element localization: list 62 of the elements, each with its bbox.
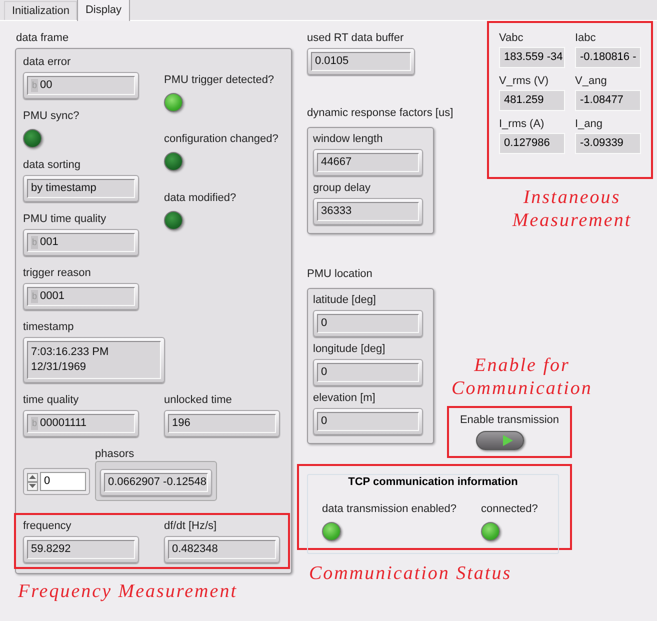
value-field: 7:03:16.233 PM 12/31/1969 [23, 337, 165, 383]
field-label: longitude [deg] [313, 342, 386, 356]
field-label: time quality [23, 393, 79, 407]
field-label: I_rms (A) [499, 117, 544, 131]
value-field: 0 [313, 310, 423, 337]
field-label: Vabc [499, 31, 524, 45]
field-label: V_ang [575, 74, 607, 88]
value-field: 0 [313, 359, 423, 386]
tab[interactable]: Display [77, 0, 130, 21]
field-label: trigger reason [23, 266, 91, 280]
field-label: elevation [m] [313, 391, 376, 405]
annotation-text: Communication Status [309, 562, 513, 585]
annotation-text: Instaneous Measurement [511, 186, 633, 232]
field-label: Enable transmission [460, 413, 560, 427]
field-label: timestamp [23, 320, 74, 334]
value-field: -3.09339 [575, 133, 641, 154]
field-label: data modified? [164, 191, 236, 205]
value-field: 36333 [313, 198, 423, 225]
field-label: latitude [deg] [313, 293, 376, 307]
field-label: V_rms (V) [499, 74, 548, 88]
value-field: 59.8292 [23, 536, 139, 563]
value-field: 0.0662907 -0.12548 [100, 469, 212, 496]
increment-icon[interactable] [27, 472, 38, 482]
field-label: unlocked time [164, 393, 232, 407]
field-label: PMU time quality [23, 212, 106, 226]
value-field: 0.0105 [307, 48, 415, 75]
value-field: 0.482348 [164, 536, 280, 563]
field-label: connected? [481, 502, 538, 516]
value-field: 0.127986 [499, 133, 565, 154]
value-field: 183.559 -34 [499, 47, 565, 68]
value-field: 196 [164, 410, 280, 437]
field-label: data frame [16, 31, 70, 45]
field-label: data sorting [23, 158, 80, 172]
index-input[interactable]: 0 [40, 472, 86, 491]
value-field: 481.259 [499, 90, 565, 111]
annotation-text: Enable for Communication [450, 354, 594, 400]
value-field: -1.08477 [575, 90, 641, 111]
field-label: data error [23, 55, 71, 69]
field-label: used RT data buffer [307, 31, 404, 45]
field-label: data transmission enabled? [322, 502, 457, 516]
field-label: PMU location [307, 268, 372, 280]
field-label: frequency [23, 519, 72, 533]
field-label: I_ang [575, 117, 603, 131]
annotation-text: Frequency Measurement [18, 580, 238, 603]
play-icon [502, 435, 512, 446]
toggle-button[interactable] [476, 431, 524, 450]
index-control[interactable]: 0 [23, 468, 90, 495]
field-label: df/dt [Hz/s] [164, 519, 217, 533]
field-label: PMU trigger detected? [164, 73, 274, 87]
value-field: by timestamp [23, 175, 139, 202]
group-title: TCP communication information [348, 475, 518, 489]
field-label: window length [313, 132, 383, 146]
field-label: configuration changed? [164, 132, 278, 146]
field-label: PMU sync? [23, 109, 80, 123]
value-field: 44667 [313, 149, 423, 176]
field-label: dynamic response factors [us] [307, 107, 454, 119]
field-label: group delay [313, 181, 370, 195]
value-field: -0.180816 - [575, 47, 641, 68]
field-label: Iabc [575, 31, 596, 45]
field-label: phasors [95, 447, 134, 461]
tab[interactable]: Initialization [4, 1, 78, 20]
value-field: 0 [313, 408, 423, 435]
